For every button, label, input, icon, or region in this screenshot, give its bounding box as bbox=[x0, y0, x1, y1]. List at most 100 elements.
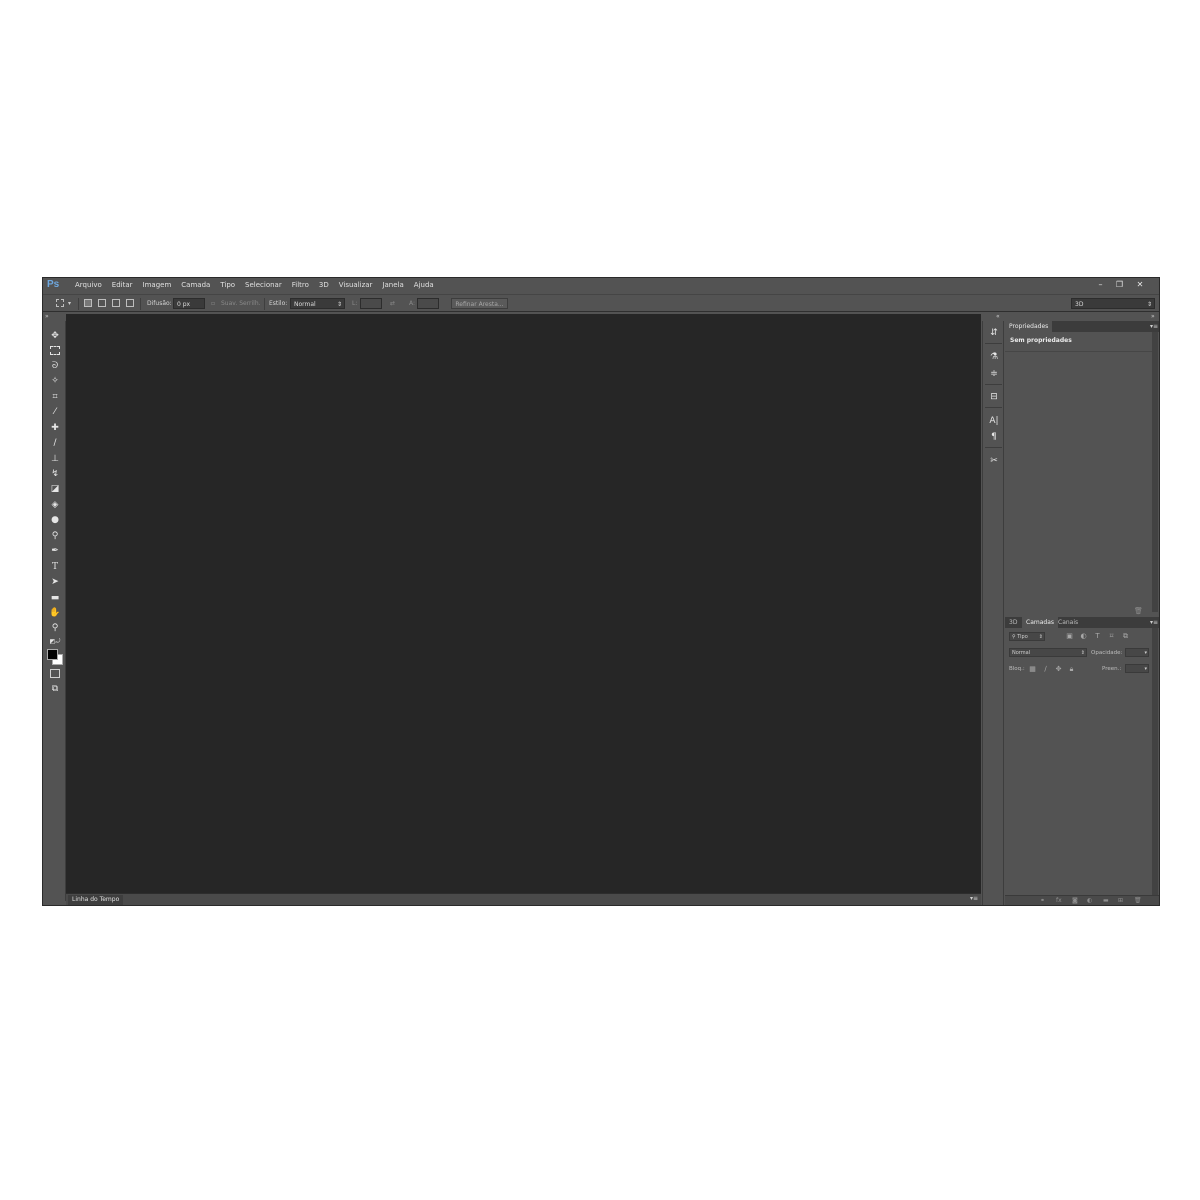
history-brush-icon[interactable]: ↯ bbox=[49, 469, 61, 480]
lock-position-icon[interactable]: ✥ bbox=[1054, 665, 1063, 673]
filter-type-icon[interactable]: T bbox=[1093, 632, 1102, 640]
brush-icon[interactable]: ∕ bbox=[49, 438, 61, 449]
menu-editar[interactable]: Editar bbox=[107, 281, 138, 289]
layer-comps-icon[interactable]: ⊟ bbox=[988, 391, 1000, 403]
intersect-selection-icon[interactable] bbox=[126, 299, 134, 307]
move-icon[interactable]: ✥ bbox=[49, 331, 61, 342]
minimize-button[interactable]: – bbox=[1091, 279, 1110, 291]
blur-icon[interactable]: ● bbox=[49, 515, 61, 526]
opacity-input[interactable]: ▾ bbox=[1125, 648, 1149, 657]
new-adjustment-icon[interactable]: ◐ bbox=[1087, 897, 1092, 904]
layers-tab-bar: 3D Camadas Canais ▾≡ bbox=[1005, 617, 1159, 628]
trash-icon[interactable]: 🗑 bbox=[1134, 607, 1143, 615]
tool-presets-icon[interactable]: ✂ bbox=[988, 455, 1000, 467]
filter-pixel-icon[interactable]: ▣ bbox=[1065, 632, 1074, 640]
blend-mode-value: Normal bbox=[1012, 650, 1031, 656]
lock-pixels-icon[interactable]: ∕ bbox=[1041, 665, 1050, 673]
hand-icon[interactable]: ✋ bbox=[49, 608, 61, 619]
restore-button[interactable]: ❐ bbox=[1110, 279, 1129, 291]
add-mask-icon[interactable]: ◙ bbox=[1072, 897, 1078, 904]
menu-arquivo[interactable]: Arquivo bbox=[70, 281, 107, 289]
tab-canais[interactable]: Canais bbox=[1054, 617, 1082, 628]
dodge-icon[interactable]: ⚲ bbox=[49, 531, 61, 542]
screen-mode-icon[interactable]: ⧉ bbox=[49, 684, 61, 695]
layers-scrollbar[interactable] bbox=[1152, 628, 1158, 898]
close-button[interactable]: ✕ bbox=[1129, 279, 1151, 291]
path-select-icon[interactable]: ➤ bbox=[49, 577, 61, 588]
new-group-icon[interactable]: ▬ bbox=[1103, 897, 1109, 904]
eyedropper-icon[interactable]: ⁄ bbox=[49, 407, 61, 418]
quick-mask-icon[interactable] bbox=[49, 669, 61, 680]
photoshop-window: Ps Arquivo Editar Imagem Camada Tipo Sel… bbox=[42, 277, 1160, 906]
fill-input[interactable]: ▾ bbox=[1125, 664, 1149, 673]
menu-ajuda[interactable]: Ajuda bbox=[409, 281, 439, 289]
rectangle-icon[interactable]: ▬ bbox=[49, 593, 61, 604]
menu-selecionar[interactable]: Selecionar bbox=[240, 281, 287, 289]
crop-icon[interactable]: ⌗ bbox=[49, 392, 61, 403]
antialias-checkbox-icon[interactable]: ▫ bbox=[211, 298, 215, 309]
paragraph-icon[interactable]: ¶ bbox=[988, 431, 1000, 443]
quick-select-icon[interactable]: ✧ bbox=[49, 376, 61, 387]
layer-filter-select[interactable]: ⚲ Tipo ⇕ bbox=[1009, 632, 1045, 641]
new-selection-icon[interactable] bbox=[84, 299, 92, 307]
menu-3d[interactable]: 3D bbox=[314, 281, 334, 289]
menu-visualizar[interactable]: Visualizar bbox=[334, 281, 378, 289]
blend-row: Normal ⇕ Opacidade: ▾ bbox=[1005, 646, 1152, 660]
history-icon[interactable]: ⇵ bbox=[988, 327, 1000, 339]
swap-colors-icon[interactable]: ◩⤾ bbox=[49, 636, 61, 647]
collapse-tools-icon[interactable]: » bbox=[45, 313, 49, 320]
type-icon[interactable]: T bbox=[49, 562, 61, 573]
link-layers-icon[interactable]: ⚭ bbox=[1040, 897, 1045, 904]
tab-3d[interactable]: 3D bbox=[1005, 617, 1021, 628]
tab-camadas[interactable]: Camadas bbox=[1022, 617, 1058, 628]
healing-brush-icon[interactable]: ✚ bbox=[49, 423, 61, 434]
tab-propriedades[interactable]: Propriedades bbox=[1005, 321, 1053, 332]
properties-scrollbar[interactable] bbox=[1152, 332, 1158, 612]
properties-menu-icon[interactable]: ▾≡ bbox=[1150, 321, 1158, 332]
menu-tipo[interactable]: Tipo bbox=[215, 281, 240, 289]
blend-mode-select[interactable]: Normal ⇕ bbox=[1009, 648, 1087, 657]
swap-icon[interactable]: ⇄ bbox=[390, 298, 395, 309]
collapse-strip-icon[interactable]: « bbox=[996, 313, 1000, 320]
filter-adjustment-icon[interactable]: ◐ bbox=[1079, 632, 1088, 640]
layers-menu-icon[interactable]: ▾≡ bbox=[1150, 617, 1158, 628]
menu-camada[interactable]: Camada bbox=[176, 281, 215, 289]
refine-edge-button[interactable]: Refinar Aresta... bbox=[451, 298, 508, 309]
character-icon[interactable]: A| bbox=[988, 415, 1000, 427]
menu-filtro[interactable]: Filtro bbox=[287, 281, 314, 289]
subtract-selection-icon[interactable] bbox=[112, 299, 120, 307]
height-input[interactable] bbox=[417, 298, 439, 309]
lasso-icon[interactable]: ᘐ bbox=[49, 361, 61, 372]
workspace-select[interactable]: 3D ⇕ bbox=[1071, 298, 1155, 309]
lock-transparency-icon[interactable]: ▦ bbox=[1028, 665, 1037, 673]
menu-imagem[interactable]: Imagem bbox=[138, 281, 177, 289]
separator bbox=[140, 298, 141, 310]
zoom-icon[interactable]: ⚲ bbox=[49, 623, 61, 634]
timeline-menu-icon[interactable]: ▾≡ bbox=[970, 895, 978, 902]
paint-bucket-icon[interactable]: ◈ bbox=[49, 500, 61, 511]
style-select[interactable]: Normal ⇕ bbox=[290, 298, 345, 309]
new-layer-icon[interactable]: ⊞ bbox=[1118, 897, 1123, 904]
delete-layer-icon[interactable]: 🗑 bbox=[1134, 897, 1142, 904]
separator bbox=[985, 343, 1002, 344]
document-canvas-area[interactable] bbox=[66, 314, 981, 893]
eraser-icon[interactable]: ◪ bbox=[49, 484, 61, 495]
timeline-tab[interactable]: Linha do Tempo bbox=[68, 895, 124, 905]
clone-stamp-icon[interactable]: ⊥ bbox=[49, 454, 61, 465]
feather-input[interactable]: 0 px bbox=[173, 298, 205, 309]
collapse-panels-icon[interactable]: » bbox=[1151, 313, 1155, 320]
foreground-color-swatch[interactable] bbox=[47, 649, 58, 660]
lock-all-icon[interactable]: 🔒︎ bbox=[1067, 665, 1076, 673]
marquee-icon[interactable] bbox=[49, 346, 61, 357]
pen-icon[interactable]: ✒ bbox=[49, 546, 61, 557]
actions-icon[interactable]: ⚗ bbox=[988, 351, 1000, 363]
filter-shape-icon[interactable]: ⌑ bbox=[1107, 632, 1116, 640]
width-input[interactable] bbox=[360, 298, 382, 309]
menu-janela[interactable]: Janela bbox=[377, 281, 408, 289]
marquee-preset-icon[interactable] bbox=[56, 299, 64, 307]
layer-style-icon[interactable]: fx bbox=[1056, 897, 1062, 904]
filter-smart-object-icon[interactable]: ⧉ bbox=[1121, 632, 1130, 640]
adjustments-icon[interactable]: ≑ bbox=[988, 368, 1000, 380]
preset-dropdown-icon[interactable]: ▾ bbox=[68, 298, 71, 309]
add-selection-icon[interactable] bbox=[98, 299, 106, 307]
